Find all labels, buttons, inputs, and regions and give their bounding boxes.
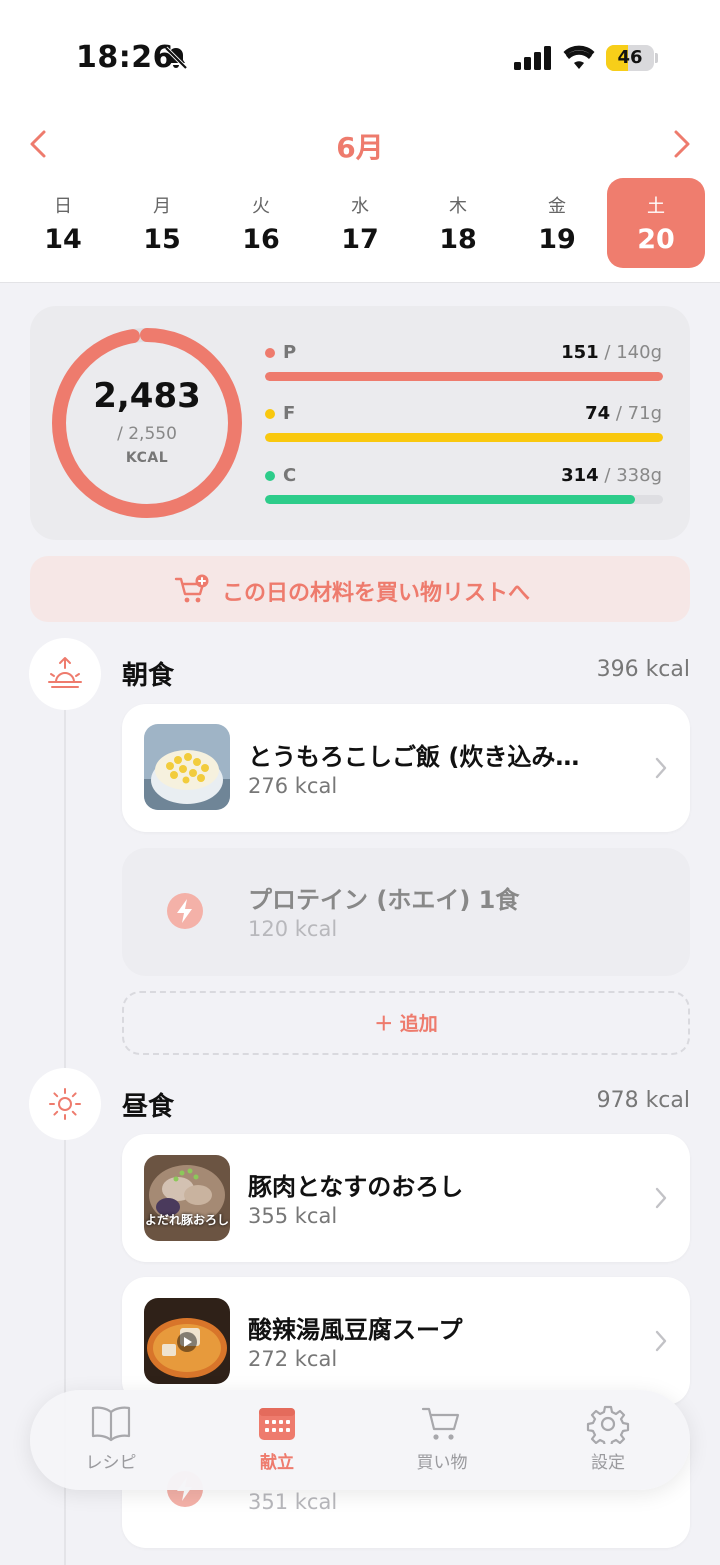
day-number: 16 (242, 224, 280, 255)
book-icon (91, 1406, 131, 1442)
add-item-label: ＋ 追加 (374, 1013, 438, 1035)
day-tuesday[interactable]: 火 16 (212, 178, 310, 268)
sunrise-icon (48, 657, 82, 688)
calendar-icon (259, 1408, 295, 1440)
battery-indicator: 46 (606, 45, 658, 71)
day-of-week: 火 (252, 196, 270, 217)
nav-meal-plan[interactable]: 献立 (212, 1400, 342, 1480)
chevron-right-icon[interactable] (666, 126, 696, 162)
fat-value: 74 / 71g (585, 403, 662, 424)
sun-icon (49, 1088, 81, 1120)
battery-level: 46 (617, 47, 643, 68)
bell-muted-icon (164, 46, 188, 70)
nav-settings[interactable]: 設定 (543, 1400, 673, 1480)
meal-item-kcal: 272 kcal (248, 1347, 338, 1371)
nav-label: レシピ (85, 1453, 137, 1473)
carbs-label: C (283, 465, 297, 486)
day-friday[interactable]: 金 19 (508, 178, 606, 268)
day-sunday[interactable]: 日 14 (14, 178, 112, 268)
nav-label: 買い物 (416, 1453, 468, 1473)
cart-plus-icon (174, 574, 209, 603)
breakfast-title: 朝食 (122, 661, 175, 691)
day-number: 17 (341, 224, 379, 255)
chevron-right-icon (655, 1330, 667, 1352)
calorie-unit: KCAL (125, 450, 169, 466)
day-saturday-selected[interactable]: 土 20 (607, 178, 705, 268)
nav-label: 献立 (260, 1453, 294, 1473)
meal-item-kcal: 351 kcal (248, 1490, 338, 1514)
day-number: 19 (538, 224, 576, 255)
wifi-icon (563, 45, 595, 69)
day-of-week: 木 (449, 196, 467, 217)
breakfast-kcal: 396 kcal (596, 657, 690, 682)
meal-item-kcal: 120 kcal (248, 917, 338, 941)
chevron-right-icon (655, 757, 667, 779)
month-title: 6月 (336, 131, 384, 164)
carbs-dot (265, 471, 275, 481)
fat-bar (265, 433, 663, 442)
calorie-total: 2,483 (93, 376, 201, 416)
day-of-week: 日 (54, 196, 72, 217)
thumbnail-caption: よだれ豚おろし (144, 1213, 229, 1227)
meal-item-name: 豚肉となすのおろし (248, 1173, 464, 1201)
day-of-week: 水 (351, 196, 369, 217)
hot-sour-soup-thumbnail (144, 1298, 230, 1384)
fat-label: F (283, 403, 296, 424)
protein-dot (265, 348, 275, 358)
protein-bar (265, 372, 663, 381)
day-number: 15 (143, 224, 181, 255)
protein-value: 151 / 140g (561, 342, 662, 363)
cellular-signal-icon (514, 46, 551, 70)
fat-dot (265, 409, 275, 419)
chevron-left-icon[interactable] (24, 126, 54, 162)
meal-item-kcal: 355 kcal (248, 1204, 338, 1228)
lunch-kcal: 978 kcal (596, 1088, 690, 1113)
day-number: 20 (637, 224, 675, 255)
meal-item-name: 酸辣湯風豆腐スープ (248, 1316, 463, 1344)
shopping-list-label: この日の材料を買い物リストへ (222, 581, 531, 606)
lightning-icon (167, 893, 203, 929)
pork-eggplant-thumbnail: よだれ豚おろし (144, 1155, 230, 1241)
protein-label: P (283, 342, 297, 363)
day-number: 14 (44, 224, 82, 255)
meal-item-name: プロテイン (ホエイ) 1食 (248, 886, 520, 914)
meal-item-kcal: 276 kcal (248, 774, 338, 798)
lunch-title: 昼食 (122, 1092, 175, 1122)
calorie-ring (52, 328, 242, 518)
cart-icon (421, 1407, 460, 1440)
day-monday[interactable]: 月 15 (113, 178, 211, 268)
corn-rice-thumbnail (144, 724, 230, 810)
status-time: 18:26 (76, 40, 174, 75)
nav-shopping[interactable]: 買い物 (377, 1400, 507, 1480)
day-thursday[interactable]: 木 18 (409, 178, 507, 268)
gear-icon (586, 1405, 630, 1444)
carbs-bar (265, 495, 663, 504)
day-of-week: 金 (548, 196, 566, 217)
day-of-week: 月 (153, 196, 171, 217)
day-wednesday[interactable]: 水 17 (311, 178, 409, 268)
calorie-target: / 2,550 (117, 424, 177, 444)
nav-recipes[interactable]: レシピ (46, 1400, 176, 1480)
nav-label: 設定 (591, 1453, 625, 1473)
meal-item-name: とうもろこしご飯 (炊き込み… (248, 743, 580, 771)
day-number: 18 (439, 224, 477, 255)
chevron-right-icon (655, 1187, 667, 1209)
carbs-value: 314 / 338g (561, 465, 662, 486)
day-of-week: 土 (647, 196, 665, 217)
